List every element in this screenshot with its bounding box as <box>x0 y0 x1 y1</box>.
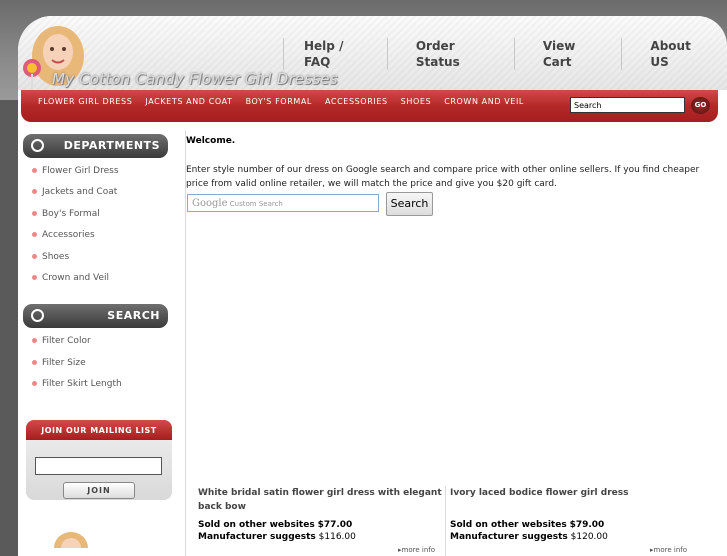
sidebar-item-label: Accessories <box>42 230 95 240</box>
other-price-label: Sold on other websites <box>198 520 315 530</box>
bullet-icon <box>32 189 37 194</box>
mailing-list-title: JOIN OUR MAILING LIST <box>26 420 172 440</box>
sidebar-item-filter-skirt-length[interactable]: Filter Skirt Length <box>32 379 122 389</box>
more-info-link[interactable]: ▸more info <box>650 546 687 554</box>
welcome-heading: Welcome. <box>186 136 236 146</box>
nav-accessories[interactable]: ACCESSORIES <box>325 97 388 106</box>
departments-title: DEPARTMENTS <box>63 139 160 152</box>
girl-thumbnail-image <box>54 532 88 548</box>
header: Help / FAQ Order Status View Cart About … <box>18 16 727 90</box>
other-price-label: Sold on other websites <box>450 520 567 530</box>
product-msrp: Manufacturer suggests $120.00 <box>450 532 695 542</box>
bullet-icon <box>32 338 37 343</box>
more-info-label: more info <box>401 546 436 554</box>
sidebar-item-label: Crown and Veil <box>42 273 110 283</box>
sidebar-item-filter-size[interactable]: Filter Size <box>32 358 86 368</box>
product-other-price: Sold on other websites $79.00 <box>450 520 695 530</box>
product-msrp: Manufacturer suggests $116.00 <box>198 532 443 542</box>
bullet-icon <box>32 211 37 216</box>
product-card: Ivory laced bodice flower girl dress Sol… <box>450 486 695 542</box>
sidebar-item-label: Filter Size <box>42 358 86 368</box>
view-cart-link[interactable]: View Cart <box>513 38 622 70</box>
site-search-input[interactable]: Search <box>570 97 685 113</box>
bullet-icon <box>32 275 37 280</box>
site-frame: Help / FAQ Order Status View Cart About … <box>18 16 727 556</box>
google-placeholder: Custom Search <box>229 200 283 208</box>
sidebar-item-label: Filter Skirt Length <box>42 379 122 389</box>
nav-shoes[interactable]: SHOES <box>401 97 432 106</box>
nav-crown-and-veil[interactable]: CROWN AND VEIL <box>444 97 524 106</box>
nav-boys-formal[interactable]: BOY'S FORMAL <box>246 97 312 106</box>
sidebar-item-filter-color[interactable]: Filter Color <box>32 336 91 346</box>
mailing-list-email-input[interactable] <box>35 457 162 475</box>
google-search-input[interactable]: Google Custom Search <box>187 194 379 212</box>
bullet-icon <box>32 254 37 259</box>
product-divider <box>445 486 446 556</box>
mailing-list-box: JOIN OUR MAILING LIST JOIN <box>26 420 172 500</box>
msrp-label: Manufacturer suggests <box>198 532 316 542</box>
sidebar-item-label: Flower Girl Dress <box>42 166 119 176</box>
sidebar-item-crown-and-veil[interactable]: Crown and Veil <box>32 273 109 283</box>
intro-text: Enter style number of our dress on Googl… <box>186 165 700 189</box>
msrp-value: $116.00 <box>318 532 356 542</box>
departments-header: DEPARTMENTS <box>23 134 168 158</box>
join-button[interactable]: JOIN <box>63 482 135 499</box>
sidebar: DEPARTMENTS Flower Girl Dress Jackets an… <box>18 130 183 556</box>
circle-icon <box>31 309 44 322</box>
google-search-button[interactable]: Search <box>386 192 433 216</box>
sidebar-item-flower-girl-dress[interactable]: Flower Girl Dress <box>32 166 119 176</box>
sidebar-item-label: Filter Color <box>42 336 91 346</box>
more-info-label: more info <box>653 546 688 554</box>
about-us-link[interactable]: About US <box>621 38 727 70</box>
sidebar-item-label: Jackets and Coat <box>42 187 118 197</box>
sidebar-item-label: Shoes <box>42 252 70 262</box>
other-price-value: $79.00 <box>569 520 605 530</box>
sidebar-item-label: Boy's Formal <box>42 209 100 219</box>
bullet-icon <box>32 232 37 237</box>
search-title: SEARCH <box>107 309 160 322</box>
sidebar-item-shoes[interactable]: Shoes <box>32 252 69 262</box>
sidebar-item-boys-formal[interactable]: Boy's Formal <box>32 209 100 219</box>
order-status-link[interactable]: Order Status <box>386 38 514 70</box>
circle-icon <box>31 139 44 152</box>
bullet-icon <box>32 381 37 386</box>
msrp-value: $120.00 <box>570 532 608 542</box>
help-faq-link[interactable]: Help / FAQ <box>283 38 387 70</box>
sidebar-item-jackets-and-coat[interactable]: Jackets and Coat <box>32 187 117 197</box>
sidebar-item-accessories[interactable]: Accessories <box>32 230 95 240</box>
column-divider <box>185 130 186 556</box>
more-info-link[interactable]: ▸more info <box>398 546 435 554</box>
product-other-price: Sold on other websites $77.00 <box>198 520 443 530</box>
product-title[interactable]: Ivory laced bodice flower girl dress <box>450 486 695 500</box>
bullet-icon <box>32 168 37 173</box>
nav-jackets-and-coat[interactable]: JACKETS AND COAT <box>145 97 232 106</box>
msrp-label: Manufacturer suggests <box>450 532 568 542</box>
search-header: SEARCH <box>23 304 168 328</box>
product-title[interactable]: White bridal satin flower girl dress wit… <box>198 486 443 514</box>
main-nav: FLOWER GIRL DRESS JACKETS AND COAT BOY'S… <box>21 90 718 122</box>
other-price-value: $77.00 <box>317 520 353 530</box>
product-card: White bridal satin flower girl dress wit… <box>198 486 443 542</box>
nav-flower-girl-dress[interactable]: FLOWER GIRL DRESS <box>38 97 132 106</box>
bullet-icon <box>32 360 37 365</box>
google-logo: Google <box>192 198 228 209</box>
site-logo-text[interactable]: My Cotton Candy Flower Girl Dresses <box>52 70 338 88</box>
site-search-go-button[interactable]: GO <box>691 97 710 114</box>
top-links: Help / FAQ Order Status View Cart About … <box>283 38 727 70</box>
